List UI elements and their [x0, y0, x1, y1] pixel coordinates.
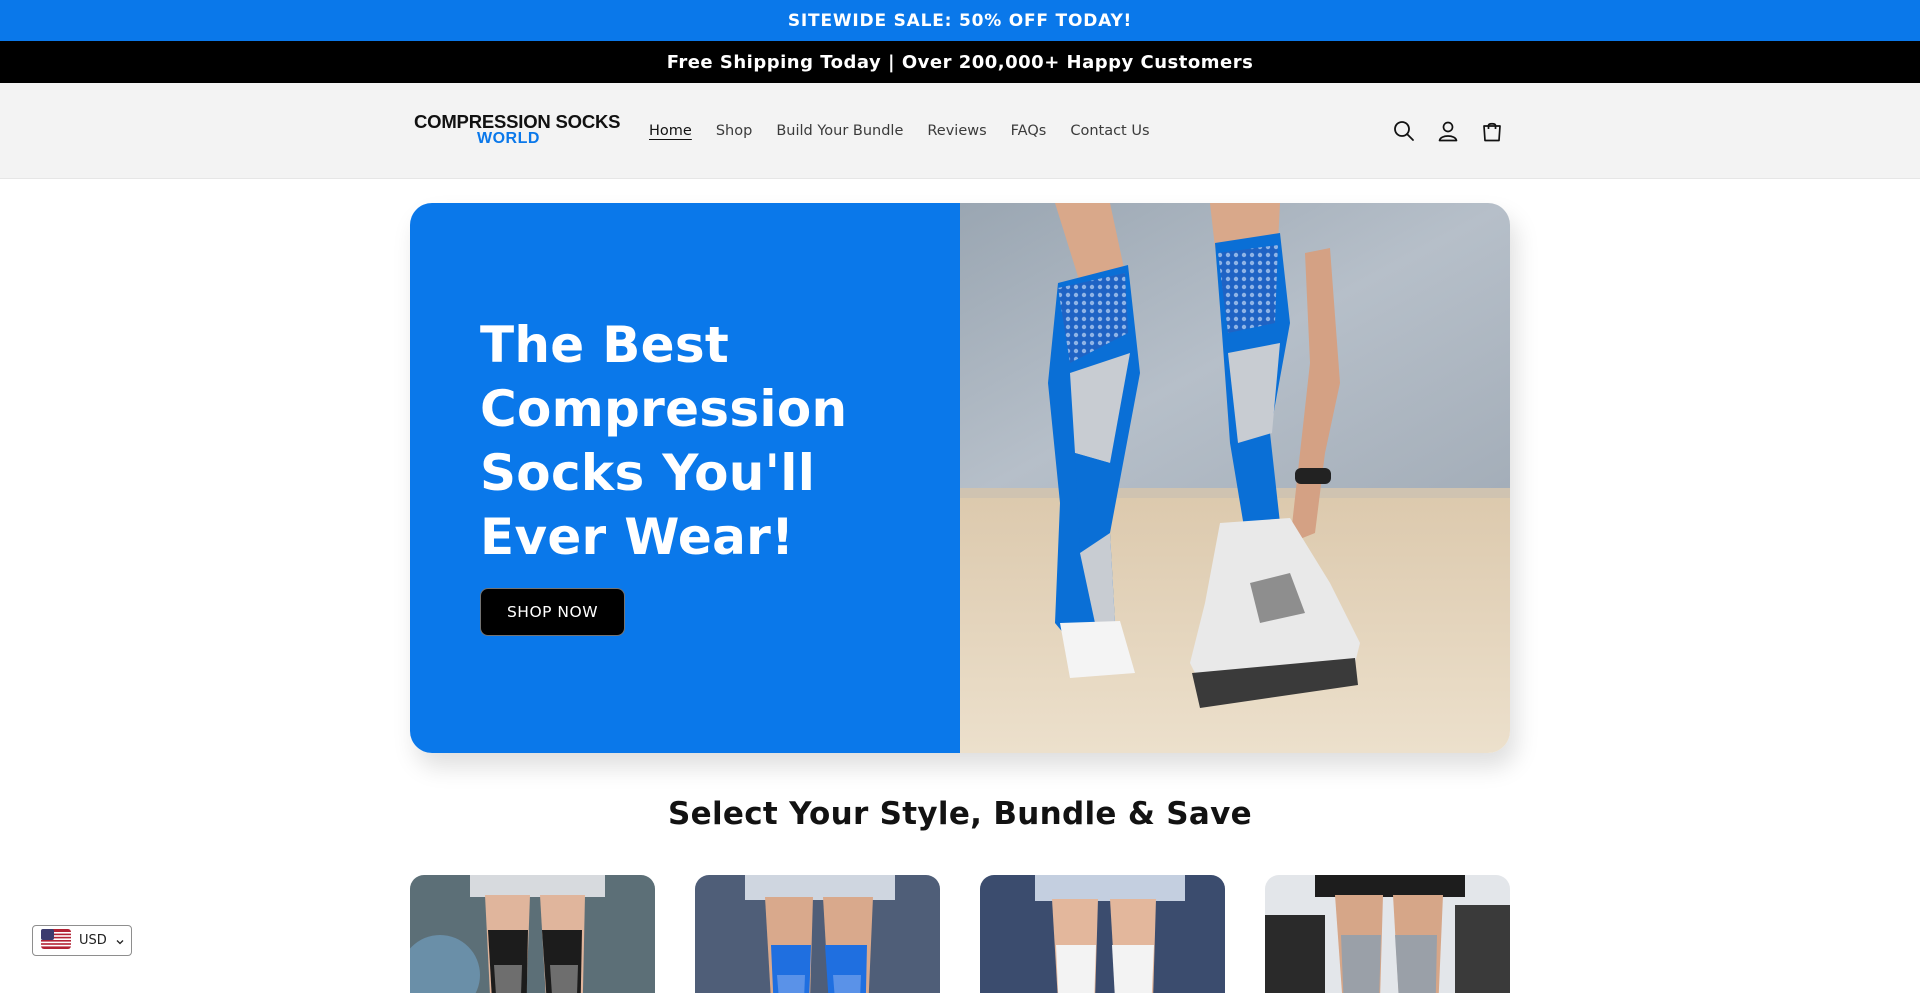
- collection-title: Select Your Style, Bundle & Save: [668, 796, 1252, 832]
- site-header: COMPRESSION SOCKS WORLD Home Shop Build …: [0, 83, 1920, 179]
- currency-code: USD: [79, 933, 107, 948]
- us-flag-icon: [41, 928, 71, 953]
- search-icon[interactable]: [1390, 117, 1418, 145]
- nav-build-your-bundle[interactable]: Build Your Bundle: [776, 123, 903, 139]
- hero-text-panel: The Best Compression Socks You'll Ever W…: [410, 203, 960, 753]
- nav-reviews[interactable]: Reviews: [927, 123, 986, 139]
- currency-selector[interactable]: USD: [32, 925, 132, 956]
- account-icon[interactable]: [1434, 117, 1462, 145]
- announcement-sale-text: SITEWIDE SALE: 50% OFF TODAY!: [787, 10, 1133, 31]
- product-card[interactable]: [980, 875, 1225, 993]
- nav-home[interactable]: Home: [649, 123, 692, 139]
- cart-icon[interactable]: [1478, 117, 1506, 145]
- product-card[interactable]: [695, 875, 940, 993]
- nav-shop[interactable]: Shop: [716, 123, 752, 139]
- shop-now-button[interactable]: SHOP NOW: [480, 588, 625, 636]
- logo-line-2: WORLD: [477, 130, 540, 147]
- announcement-sale-bar: SITEWIDE SALE: 50% OFF TODAY!: [0, 0, 1920, 41]
- announcement-shipping-text: Free Shipping Today | Over 200,000+ Happ…: [666, 51, 1254, 73]
- logo-line-1: COMPRESSION SOCKS: [414, 111, 621, 132]
- nav-faqs[interactable]: FAQs: [1011, 123, 1047, 139]
- hero-banner: The Best Compression Socks You'll Ever W…: [410, 203, 1510, 753]
- main-nav: Home Shop Build Your Bundle Reviews FAQs…: [649, 83, 1174, 179]
- logo[interactable]: COMPRESSION SOCKS WORLD: [414, 111, 621, 151]
- product-card[interactable]: [410, 875, 655, 993]
- announcement-shipping-bar: Free Shipping Today | Over 200,000+ Happ…: [0, 41, 1920, 83]
- product-card[interactable]: [1265, 875, 1510, 993]
- chevron-down-icon: [115, 931, 125, 950]
- hero-image: [960, 203, 1510, 753]
- hero-title: The Best Compression Socks You'll Ever W…: [480, 316, 848, 566]
- nav-contact-us[interactable]: Contact Us: [1070, 123, 1149, 139]
